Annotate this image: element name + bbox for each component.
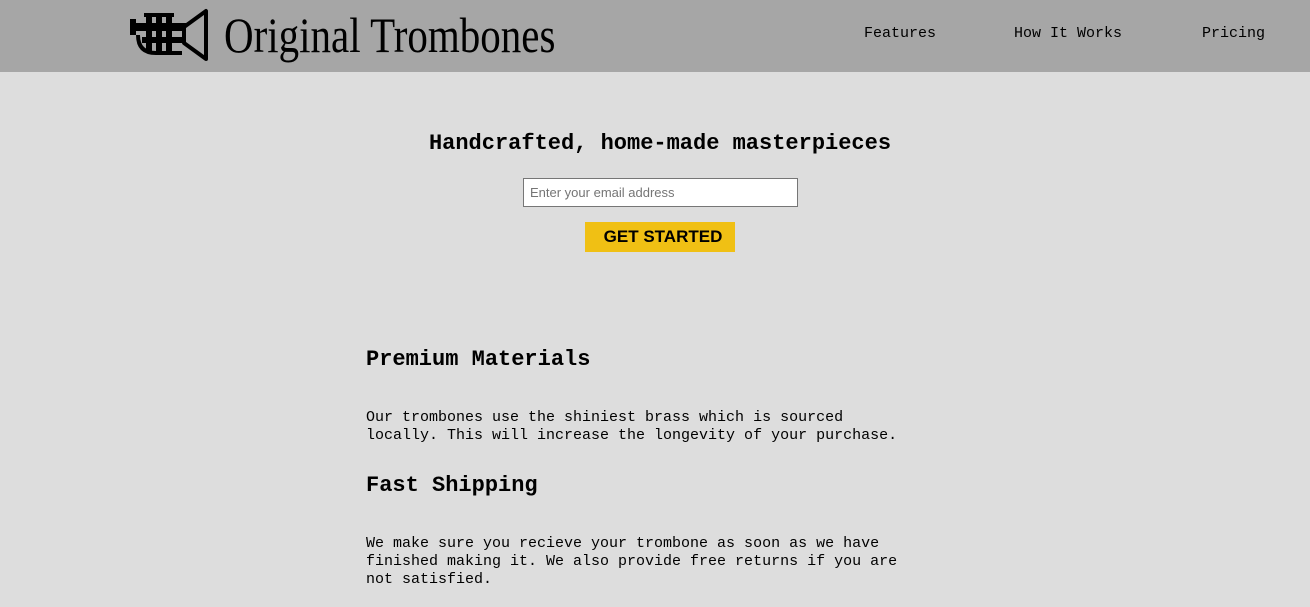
feature-text-fast-shipping: We make sure you recieve your trombone a… <box>366 535 898 588</box>
hero-title: Handcrafted, home-made masterpieces <box>428 131 892 156</box>
nav-link-how-it-works[interactable]: How It Works <box>1014 24 1122 44</box>
brand-name: Original Trombones <box>224 7 556 63</box>
nav-link-pricing[interactable]: Pricing <box>1202 24 1265 44</box>
feature-title-premium-materials: Premium Materials <box>366 347 591 372</box>
feature-title-fast-shipping: Fast Shipping <box>366 473 538 498</box>
email-input[interactable] <box>523 178 798 207</box>
get-started-button[interactable]: GET STARTED <box>585 222 735 252</box>
site-header: Original Trombones Features How It Works… <box>0 0 1310 72</box>
trumpet-icon <box>130 9 208 61</box>
nav-link-features[interactable]: Features <box>864 24 936 44</box>
brand-logo[interactable]: Original Trombones <box>128 4 628 66</box>
feature-text-premium-materials: Our trombones use the shiniest brass whi… <box>366 409 898 444</box>
